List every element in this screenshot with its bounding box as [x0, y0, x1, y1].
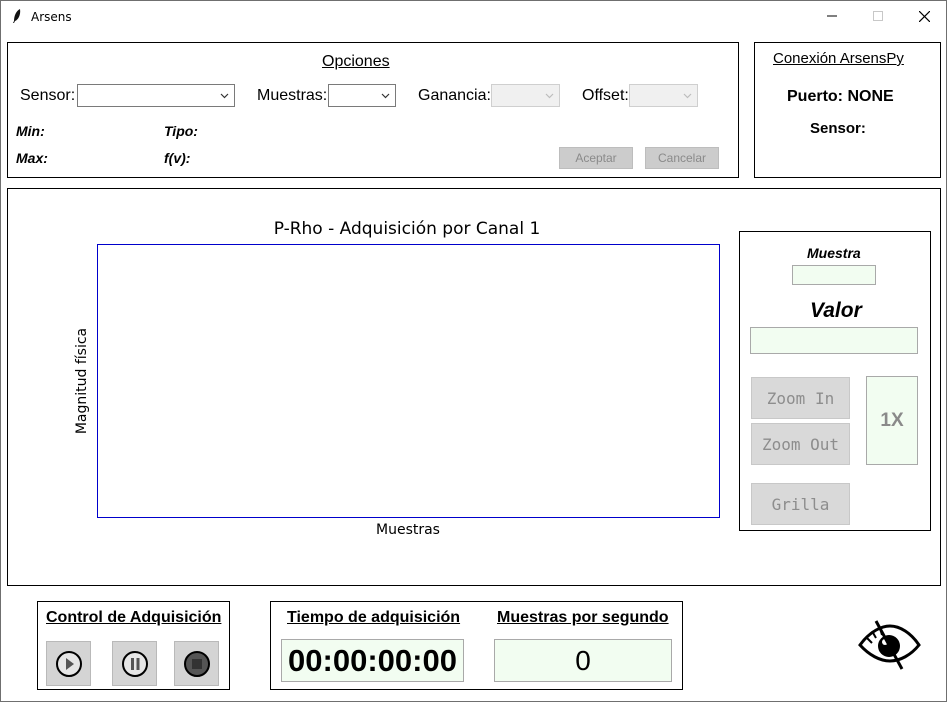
cancelar-button[interactable]: Cancelar: [645, 147, 719, 169]
window-title: Arsens: [31, 10, 72, 24]
muestra-label: Muestra: [807, 245, 861, 261]
opciones-panel: Opciones Sensor: Muestras: Ganancia: Off…: [7, 42, 739, 178]
y-axis-label: Magnitud física: [74, 328, 90, 434]
mps-heading: Muestras por segundo: [497, 609, 669, 626]
min-label: Min:: [16, 123, 45, 139]
stop-icon: [183, 650, 210, 677]
sensor-label: Sensor:: [20, 87, 76, 104]
play-button[interactable]: [46, 641, 91, 686]
grilla-button[interactable]: Grilla: [751, 483, 850, 525]
stop-button[interactable]: [174, 641, 219, 686]
puerto-status: Puerto: NONE: [787, 88, 894, 105]
pause-icon: [121, 650, 148, 677]
mps-value: 0: [575, 644, 591, 676]
opciones-heading: Opciones: [322, 53, 390, 70]
chevron-down-icon: [545, 93, 554, 99]
play-icon: [55, 650, 82, 677]
aceptar-button[interactable]: Aceptar: [559, 147, 633, 169]
muestras-select[interactable]: [328, 84, 396, 107]
valor-field[interactable]: [750, 327, 918, 354]
title-bar: Arsens: [1, 1, 946, 32]
feather-icon: [13, 9, 21, 23]
zoom-in-button[interactable]: Zoom In: [751, 377, 850, 419]
muestra-field[interactable]: [792, 265, 876, 285]
chevron-down-icon: [381, 93, 390, 99]
minimize-button[interactable]: [809, 1, 855, 31]
maximize-icon: [873, 11, 883, 21]
tiempo-display: 00:00:00:00: [281, 639, 464, 682]
acquisition-stats-panel: Tiempo de adquisición 00:00:00:00 Muestr…: [270, 601, 683, 690]
minimize-icon: [827, 15, 837, 17]
sensor-status: Sensor:: [810, 120, 866, 137]
tipo-label: Tipo:: [164, 123, 198, 139]
zoom-level-display: 1X: [866, 376, 918, 465]
sensor-select[interactable]: [77, 84, 235, 107]
sample-info-panel: Muestra Valor Zoom In Zoom Out 1X Grilla: [739, 231, 931, 531]
x-axis-label: Muestras: [376, 522, 440, 538]
plot-panel: P-Rho - Adquisición por Canal 1 Muestras…: [7, 188, 941, 586]
tiempo-heading: Tiempo de adquisición: [287, 609, 461, 626]
offset-select[interactable]: [629, 84, 698, 107]
chart-title: P-Rho - Adquisición por Canal 1: [274, 219, 541, 239]
muestras-label: Muestras:: [257, 87, 328, 104]
ganancia-select[interactable]: [491, 84, 560, 107]
control-panel: Control de Adquisición: [37, 601, 230, 690]
app-window: Arsens Opciones Sensor: Muestras: Gananc…: [0, 0, 947, 702]
plot-area[interactable]: [97, 244, 720, 518]
conexion-heading: Conexión ArsensPy: [773, 50, 904, 67]
toggle-visibility-button[interactable]: [856, 617, 922, 673]
chevron-down-icon: [220, 93, 229, 99]
eye-hidden-icon: [858, 620, 921, 670]
tiempo-value: 00:00:00:00: [288, 642, 457, 678]
offset-label: Offset:: [582, 87, 629, 104]
chevron-down-icon: [683, 93, 692, 99]
ganancia-label: Ganancia:: [418, 87, 491, 104]
fv-label: f(v):: [164, 150, 191, 166]
max-label: Max:: [16, 150, 48, 166]
maximize-button[interactable]: [855, 1, 901, 31]
close-button[interactable]: [901, 1, 947, 31]
mps-display: 0: [494, 639, 672, 682]
close-icon: [918, 10, 930, 22]
zoom-out-button[interactable]: Zoom Out: [751, 423, 850, 465]
conexion-panel: Conexión ArsensPy Puerto: NONE Sensor:: [754, 42, 941, 178]
pause-button[interactable]: [112, 641, 157, 686]
valor-label: Valor: [810, 299, 862, 322]
control-heading: Control de Adquisición: [46, 609, 222, 626]
